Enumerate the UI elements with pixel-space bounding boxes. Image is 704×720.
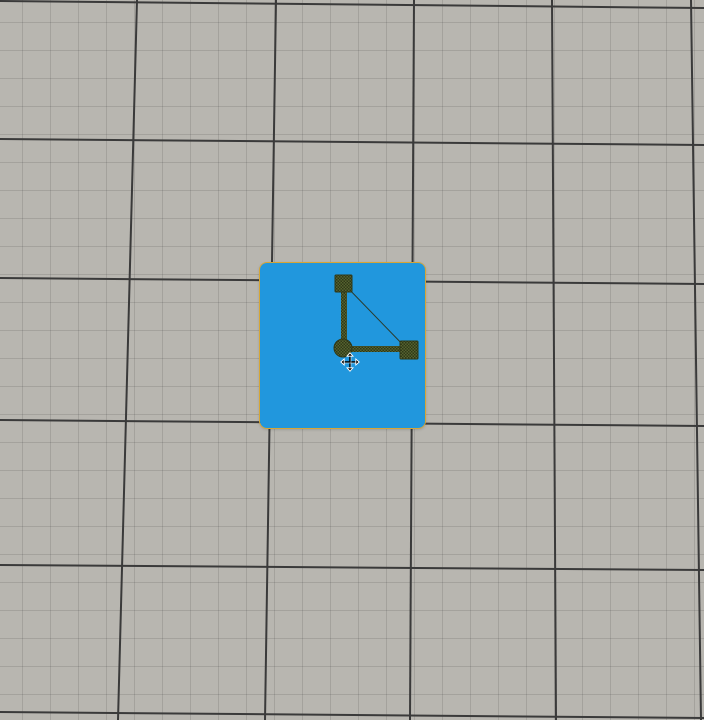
move-cursor-icon (340, 352, 360, 372)
vertical-arm (341, 284, 347, 348)
major-grid-line (0, 138, 704, 146)
top-handle[interactable] (334, 274, 353, 293)
major-grid-line (117, 0, 138, 720)
major-grid-line (0, 564, 704, 571)
major-grid-line (690, 0, 702, 720)
major-grid-line (0, 711, 704, 719)
right-handle[interactable] (399, 340, 419, 360)
major-grid-line (0, 0, 704, 9)
major-grid-line (551, 0, 557, 720)
design-canvas[interactable] (0, 0, 704, 720)
